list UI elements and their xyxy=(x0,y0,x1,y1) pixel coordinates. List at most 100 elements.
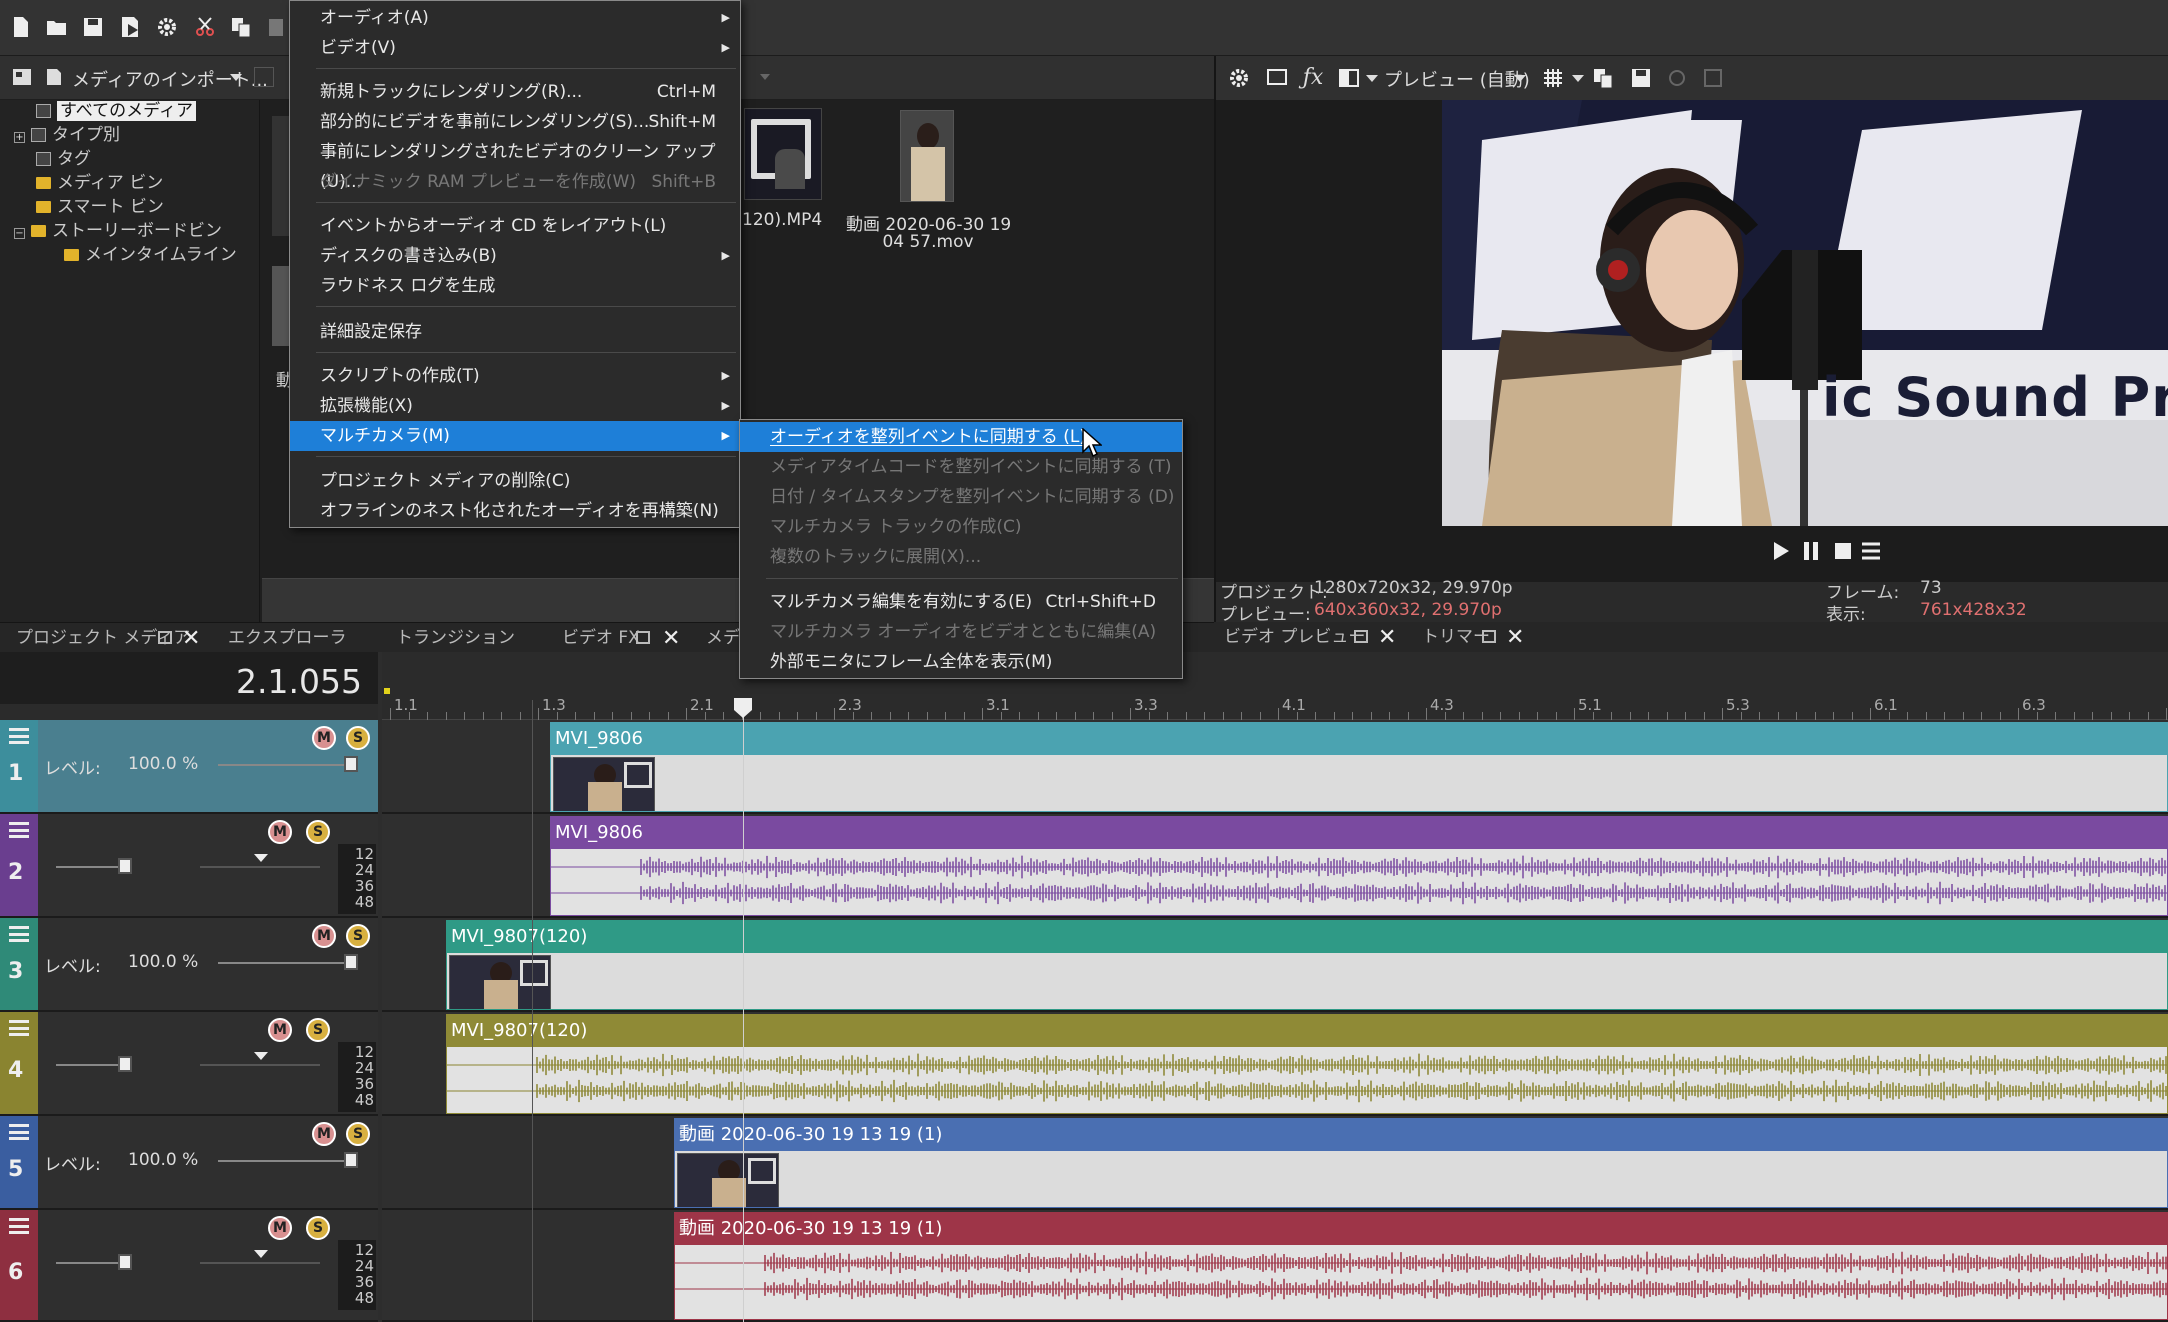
media-panel-icon[interactable] xyxy=(10,65,34,89)
timeline-event[interactable]: MVI_9806 xyxy=(550,816,2168,916)
pause-icon[interactable] xyxy=(1796,536,1826,566)
tree-item-all-media[interactable]: すべてのメディア xyxy=(36,100,196,123)
copy-snapshot-icon[interactable] xyxy=(1590,65,1616,91)
maximize-icon[interactable] xyxy=(158,631,172,644)
track-menu-icon[interactable] xyxy=(9,822,29,838)
menu-item-render-new-track[interactable]: 新規トラックにレンダリング(R)... Ctrl+M xyxy=(290,77,740,107)
media-thumbnail[interactable] xyxy=(900,110,954,202)
submenu-item-show-full-frame[interactable]: 外部モニタにフレーム全体を表示(M) xyxy=(740,647,1182,677)
render-as-icon[interactable] xyxy=(114,10,148,44)
tab-video-preview[interactable]: ビデオ プレビュー xyxy=(1214,622,1375,652)
track-lane[interactable]: MVI_9807(120) xyxy=(382,918,2168,1012)
timeline-event[interactable]: MVI_9807(120) xyxy=(446,1014,2168,1114)
preview-menu-icon[interactable] xyxy=(1856,536,1886,566)
tree-item-smart-bin[interactable]: スマート ビン xyxy=(36,196,164,219)
track-menu-icon[interactable] xyxy=(9,1218,29,1234)
maximize-icon[interactable] xyxy=(1482,630,1496,643)
timeline-event[interactable]: 動画 2020-06-30 19 13 19 (1) xyxy=(674,1118,2168,1208)
menu-item-video[interactable]: ビデオ(V) ▶ xyxy=(290,33,740,63)
menu-item-remove-project-media[interactable]: プロジェクト メディアの削除(C) xyxy=(290,466,740,496)
pan-knob-icon[interactable] xyxy=(254,1250,268,1258)
play-icon[interactable] xyxy=(1766,536,1796,566)
solo-icon[interactable]: S xyxy=(306,1018,330,1042)
track-lane[interactable]: MVI_9806 xyxy=(382,720,2168,814)
track-lane[interactable]: MVI_9807(120) xyxy=(382,1012,2168,1116)
menu-item-rebuild-nested-audio[interactable]: オフラインのネスト化されたオーディオを再構築(N) xyxy=(290,496,740,526)
close-icon[interactable]: ✕ xyxy=(662,626,680,651)
volume-slider-knob[interactable] xyxy=(118,1254,132,1270)
timeline-event[interactable]: MVI_9806 xyxy=(550,722,2168,812)
settings-gear-icon[interactable] xyxy=(150,10,184,44)
tree-item-main-timeline[interactable]: メインタイムライン xyxy=(64,244,237,267)
track-lane[interactable]: MVI_9806 xyxy=(382,814,2168,918)
track-header[interactable]: 2 M S 12 24 36 48 xyxy=(0,814,378,918)
preview-settings-gear-icon[interactable] xyxy=(1226,65,1252,91)
mute-icon[interactable]: M xyxy=(312,1122,336,1146)
save-icon[interactable] xyxy=(76,10,110,44)
timeline-event[interactable]: MVI_9807(120) xyxy=(446,920,2168,1010)
tree-item-media-bin[interactable]: メディア ビン xyxy=(36,172,163,195)
submenu-item-enable-multicam-editing[interactable]: マルチカメラ編集を有効にする(E) Ctrl+Shift+D xyxy=(740,587,1182,617)
media-thumbnail[interactable] xyxy=(744,108,822,200)
overlays-dropdown-icon[interactable] xyxy=(1572,75,1584,82)
pan-knob-icon[interactable] xyxy=(254,1052,268,1060)
level-slider[interactable] xyxy=(218,962,358,964)
track-lane[interactable]: 動画 2020-06-30 19 13 19 (1) xyxy=(382,1116,2168,1210)
menu-item-scripting[interactable]: スクリプトの作成(T) ▶ xyxy=(290,361,740,391)
close-icon[interactable]: ✕ xyxy=(182,626,200,651)
menu-item-clean-up-prerendered[interactable]: 事前にレンダリングされたビデオのクリーン アップ(U)... xyxy=(290,137,740,192)
video-output-icon[interactable] xyxy=(1264,65,1290,91)
cut-icon[interactable] xyxy=(188,10,222,44)
solo-icon[interactable]: S xyxy=(346,1122,370,1146)
overlays-grid-icon[interactable] xyxy=(1540,65,1566,91)
track-header[interactable]: 3 M S レベル: 100.0 % xyxy=(0,918,378,1012)
expand-icon[interactable]: + xyxy=(14,132,25,143)
menu-item-burn-disc[interactable]: ディスクの書き込み(B) ▶ xyxy=(290,241,740,271)
level-slider-knob[interactable] xyxy=(344,1152,358,1168)
pan-slider[interactable] xyxy=(200,1262,320,1264)
track-header[interactable]: 5 M S レベル: 100.0 % xyxy=(0,1116,378,1210)
split-screen-icon[interactable] xyxy=(1336,65,1362,91)
volume-slider[interactable] xyxy=(56,866,120,868)
track-menu-icon[interactable] xyxy=(9,926,29,942)
tree-item-storyboard-bin[interactable]: − ストーリーボードビン xyxy=(14,220,222,243)
track-menu-icon[interactable] xyxy=(9,1020,29,1036)
timeline-event[interactable]: 動画 2020-06-30 19 13 19 (1) xyxy=(674,1212,2168,1320)
playhead-cursor[interactable] xyxy=(743,700,744,1322)
import-media-icon[interactable] xyxy=(42,65,66,89)
tab-explorer[interactable]: エクスプローラ xyxy=(218,623,357,653)
fx-icon[interactable]: ƒx xyxy=(1300,62,1326,92)
mute-icon[interactable]: M xyxy=(312,726,336,750)
level-slider[interactable] xyxy=(218,764,358,766)
submenu-item-sync-audio[interactable]: オーディオを整列イベントに同期する (L) xyxy=(740,422,1182,452)
menu-item-layout-audio-cd[interactable]: イベントからオーディオ CD をレイアウト(L) xyxy=(290,211,740,241)
new-file-icon[interactable] xyxy=(4,10,38,44)
menu-item-loudness-log[interactable]: ラウドネス ログを生成 xyxy=(290,271,740,301)
media-view-icon[interactable] xyxy=(254,67,274,87)
level-slider[interactable] xyxy=(218,1160,358,1162)
solo-icon[interactable]: S xyxy=(346,924,370,948)
menu-item-multicamera[interactable]: マルチカメラ(M) ▶ xyxy=(290,421,740,451)
menu-item-audio[interactable]: オーディオ(A) ▶ xyxy=(290,3,740,33)
track-lane[interactable]: 動画 2020-06-30 19 13 19 (1) xyxy=(382,1210,2168,1322)
preview-quality-select[interactable]: プレビュー (自動) xyxy=(1384,66,1530,92)
track-menu-icon[interactable] xyxy=(9,1124,29,1140)
maximize-icon[interactable] xyxy=(1354,630,1368,643)
track-header[interactable]: 4 M S 12 24 36 48 xyxy=(0,1012,378,1116)
view-dropdown-arrow-icon[interactable] xyxy=(760,74,770,80)
menu-item-selectively-prerender[interactable]: 部分的にビデオを事前にレンダリング(S)... Shift+M xyxy=(290,107,740,137)
split-dropdown-icon[interactable] xyxy=(1366,75,1378,82)
tree-item-by-type[interactable]: + タイプ別 xyxy=(14,124,120,147)
mute-icon[interactable]: M xyxy=(312,924,336,948)
pan-slider[interactable] xyxy=(200,1064,320,1066)
volume-slider-knob[interactable] xyxy=(118,1056,132,1072)
track-header[interactable]: 6 M S 12 24 36 48 xyxy=(0,1210,378,1322)
save-snapshot-icon[interactable] xyxy=(1628,65,1654,91)
volume-slider[interactable] xyxy=(56,1064,120,1066)
collapse-icon[interactable]: − xyxy=(14,228,25,239)
track-menu-icon[interactable] xyxy=(9,728,29,744)
time-ruler[interactable]: 1.11.32.12.33.13.34.14.35.15.36.16.37 xyxy=(382,652,2168,722)
solo-icon[interactable]: S xyxy=(306,820,330,844)
close-icon[interactable]: ✕ xyxy=(1506,625,1524,650)
quality-dropdown-icon[interactable] xyxy=(1514,75,1526,82)
